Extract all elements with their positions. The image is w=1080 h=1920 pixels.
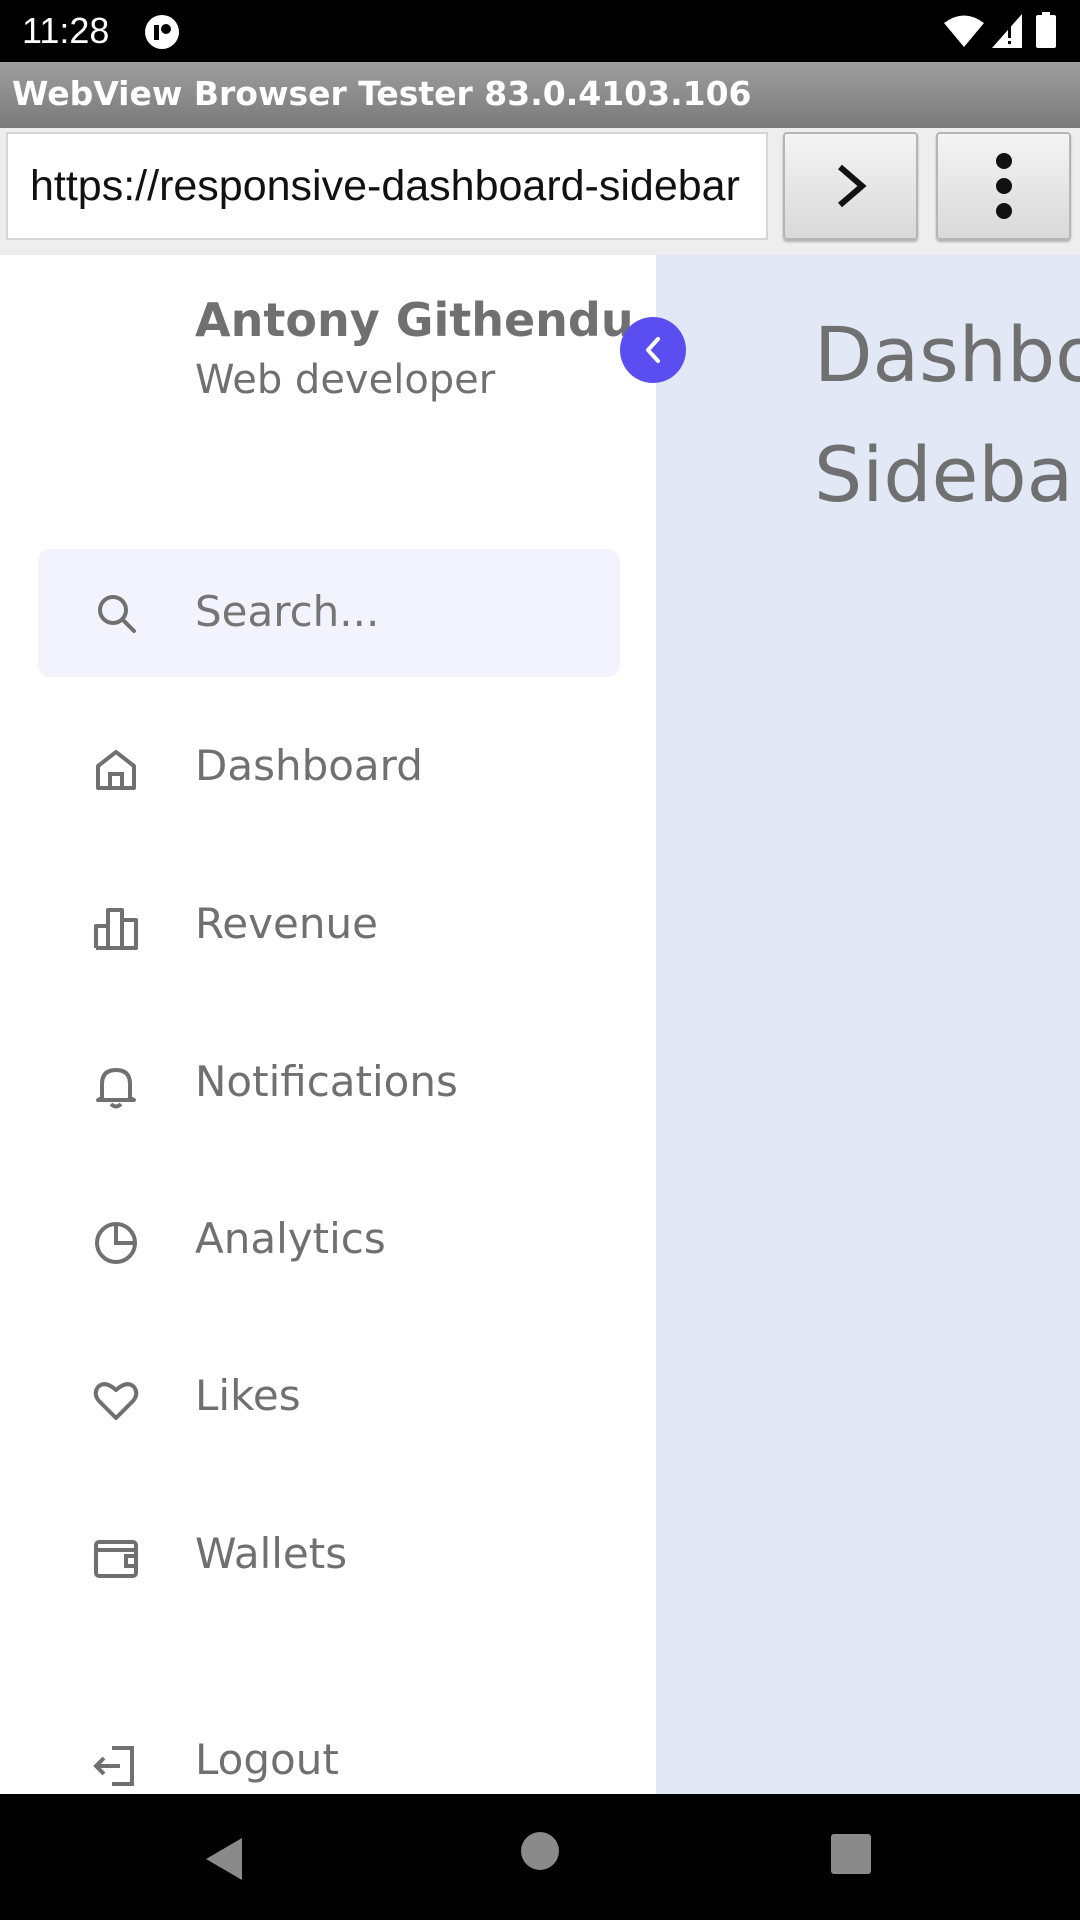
sidebar-item-wallets[interactable]: Wallets xyxy=(0,1503,656,1613)
search-placeholder: Search... xyxy=(195,587,380,636)
sidebar-toggle-button[interactable] xyxy=(620,317,686,383)
url-toolbar: https://responsive-dashboard-sidebar xyxy=(0,128,1080,255)
sidebar-item-analytics[interactable]: Analytics xyxy=(0,1188,656,1298)
notification-app-icon xyxy=(145,15,179,49)
home-button-icon[interactable] xyxy=(521,1832,559,1870)
sidebar-item-label: Wallets xyxy=(195,1529,348,1578)
search-input[interactable]: Search... xyxy=(38,549,620,677)
url-input[interactable]: https://responsive-dashboard-sidebar xyxy=(6,132,768,240)
chevron-right-icon xyxy=(837,164,867,208)
sidebar-item-label: Revenue xyxy=(195,899,378,948)
sidebar-item-logout[interactable]: Logout xyxy=(0,1709,656,1794)
status-bar: 11:28 xyxy=(0,0,1080,62)
sidebar-item-label: Notifications xyxy=(195,1057,458,1106)
app-title-bar: WebView Browser Tester 83.0.4103.106 xyxy=(0,62,1080,128)
go-button[interactable] xyxy=(783,132,918,240)
app-title: WebView Browser Tester 83.0.4103.106 xyxy=(12,74,752,113)
sidebar-item-label: Likes xyxy=(195,1371,301,1420)
wallet-icon xyxy=(94,1540,138,1578)
heart-icon xyxy=(93,1382,139,1420)
profile-role: Web developer xyxy=(195,357,496,403)
sidebar-item-dashboard[interactable]: Dashboard xyxy=(0,715,656,825)
profile-name: Antony Githendu xyxy=(195,293,634,347)
pie-chart-icon xyxy=(95,1222,137,1264)
webview-content: Antony Githendu Web developer Search... … xyxy=(0,255,1080,1794)
sidebar-item-notifications[interactable]: Notifications xyxy=(0,1031,656,1141)
system-nav-bar xyxy=(0,1794,1080,1920)
sidebar-item-revenue[interactable]: Revenue xyxy=(0,873,656,983)
status-time: 11:28 xyxy=(22,10,110,51)
back-icon[interactable] xyxy=(204,1836,244,1882)
more-vertical-icon xyxy=(995,153,1012,219)
home-icon xyxy=(96,750,136,790)
cell-signal-icon xyxy=(992,14,1022,48)
search-icon xyxy=(98,595,136,633)
overflow-menu-button[interactable] xyxy=(936,132,1071,240)
recents-icon[interactable] xyxy=(831,1834,871,1874)
sidebar-item-label: Analytics xyxy=(195,1214,386,1263)
bell-icon xyxy=(96,1068,136,1109)
sidebar-item-label: Logout xyxy=(195,1735,339,1784)
battery-icon xyxy=(1036,12,1056,48)
wifi-icon xyxy=(944,15,984,47)
logout-icon xyxy=(93,1746,134,1786)
page-title: Dashboard Sidebar xyxy=(814,295,1080,535)
page-title-line-1: Dashboard xyxy=(814,310,1080,399)
sidebar: Antony Githendu Web developer Search... … xyxy=(0,255,656,1794)
chevron-left-icon xyxy=(646,337,660,363)
page-title-line-2: Sidebar xyxy=(814,430,1080,519)
sidebar-item-label: Dashboard xyxy=(195,741,423,790)
sidebar-item-likes[interactable]: Likes xyxy=(0,1345,656,1455)
bar-chart-icon xyxy=(94,908,138,950)
